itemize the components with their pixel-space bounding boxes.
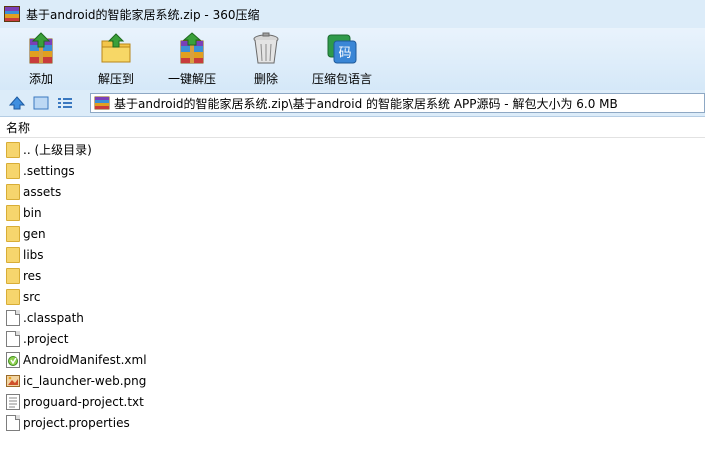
- list-item-folder[interactable]: res: [0, 265, 705, 286]
- one-click-extract-label: 一键解压: [167, 72, 216, 86]
- address-bar: 基于android的智能家居系统.zip\基于android 的智能家居系统 A…: [0, 90, 705, 117]
- item-name: proguard-project.txt: [23, 394, 144, 409]
- item-name: gen: [23, 226, 46, 241]
- file-icon: [6, 330, 20, 347]
- item-name: bin: [23, 205, 42, 220]
- list-view-icon[interactable]: [56, 94, 74, 112]
- list-item-folder[interactable]: gen: [0, 223, 705, 244]
- image-file-icon: [6, 373, 20, 389]
- item-name: .project: [23, 331, 69, 346]
- item-name: .. (上级目录): [23, 143, 92, 157]
- folder-icon: [6, 204, 20, 221]
- file-icon: [6, 414, 20, 431]
- one-click-extract-button[interactable]: 一键解压: [166, 28, 218, 87]
- item-name: .classpath: [23, 310, 84, 325]
- address-field[interactable]: 基于android的智能家居系统.zip\基于android 的智能家居系统 A…: [90, 93, 705, 113]
- column-header-name[interactable]: 名称: [0, 118, 705, 138]
- item-name: assets: [23, 184, 62, 199]
- folder-icon: [6, 225, 20, 242]
- one-click-extract-icon: [174, 31, 210, 67]
- toolbar: 添加 解压到 一键解压 删除 码 压缩包语言: [0, 28, 705, 90]
- up-arrow-icon[interactable]: [8, 94, 26, 112]
- folder-icon: [6, 267, 20, 284]
- archive-language-label: 压缩包语言: [311, 72, 372, 86]
- address-path: 基于android的智能家居系统.zip\基于android 的智能家居系统 A…: [114, 96, 618, 111]
- file-icon: [6, 309, 20, 326]
- list-item-file[interactable]: .classpath: [0, 307, 705, 328]
- list-item-folder[interactable]: src: [0, 286, 705, 307]
- item-name: AndroidManifest.xml: [23, 352, 147, 367]
- add-archive-icon: [23, 31, 59, 67]
- trash-can-icon: [248, 31, 284, 67]
- extract-to-button[interactable]: 解压到: [93, 28, 139, 87]
- list-item-folder[interactable]: .settings: [0, 160, 705, 181]
- archive-language-icon: 码: [324, 31, 360, 67]
- item-name: libs: [23, 247, 44, 262]
- folder-icon: [6, 162, 20, 179]
- folder-icon: [6, 246, 20, 263]
- list-item-file[interactable]: .project: [0, 328, 705, 349]
- archive-app-icon: [4, 6, 20, 22]
- delete-label: 删除: [253, 72, 278, 86]
- item-name: .settings: [23, 163, 75, 178]
- archive-language-icon-text: 码: [338, 46, 351, 61]
- list-item-file[interactable]: project.properties: [0, 412, 705, 433]
- item-name: ic_launcher-web.png: [23, 373, 147, 388]
- folder-icon: [6, 288, 20, 305]
- list-item-folder[interactable]: bin: [0, 202, 705, 223]
- text-file-icon: [6, 393, 20, 410]
- list-item-file[interactable]: ic_launcher-web.png: [0, 370, 705, 391]
- item-name: src: [23, 289, 41, 304]
- title-bar: 基于android的智能家居系统.zip - 360压缩: [0, 0, 705, 28]
- folder-icon: [6, 141, 20, 158]
- list-item-parent-dir[interactable]: .. (上级目录): [0, 139, 705, 160]
- column-header-label: 名称: [6, 121, 31, 135]
- add-button[interactable]: 添加: [18, 28, 64, 87]
- item-name: res: [23, 268, 42, 283]
- list-item-folder[interactable]: assets: [0, 181, 705, 202]
- list-item-folder[interactable]: libs: [0, 244, 705, 265]
- window-title: 基于android的智能家居系统.zip - 360压缩: [26, 7, 260, 22]
- extract-to-label: 解压到: [97, 72, 134, 86]
- list-item-file[interactable]: proguard-project.txt: [0, 391, 705, 412]
- extract-to-icon: [98, 31, 134, 67]
- list-item-file[interactable]: AndroidManifest.xml: [0, 349, 705, 370]
- item-name: project.properties: [23, 415, 130, 430]
- xml-file-icon: [6, 351, 20, 368]
- archive-folder-icon: [94, 96, 110, 110]
- add-label: 添加: [28, 72, 53, 86]
- file-list: .. (上级目录) .settings assets bin gen libs …: [0, 139, 705, 433]
- delete-button[interactable]: 删除: [243, 28, 289, 87]
- folder-icon: [6, 183, 20, 200]
- archive-language-button[interactable]: 码 压缩包语言: [308, 28, 376, 87]
- thumbnail-view-icon[interactable]: [32, 94, 50, 112]
